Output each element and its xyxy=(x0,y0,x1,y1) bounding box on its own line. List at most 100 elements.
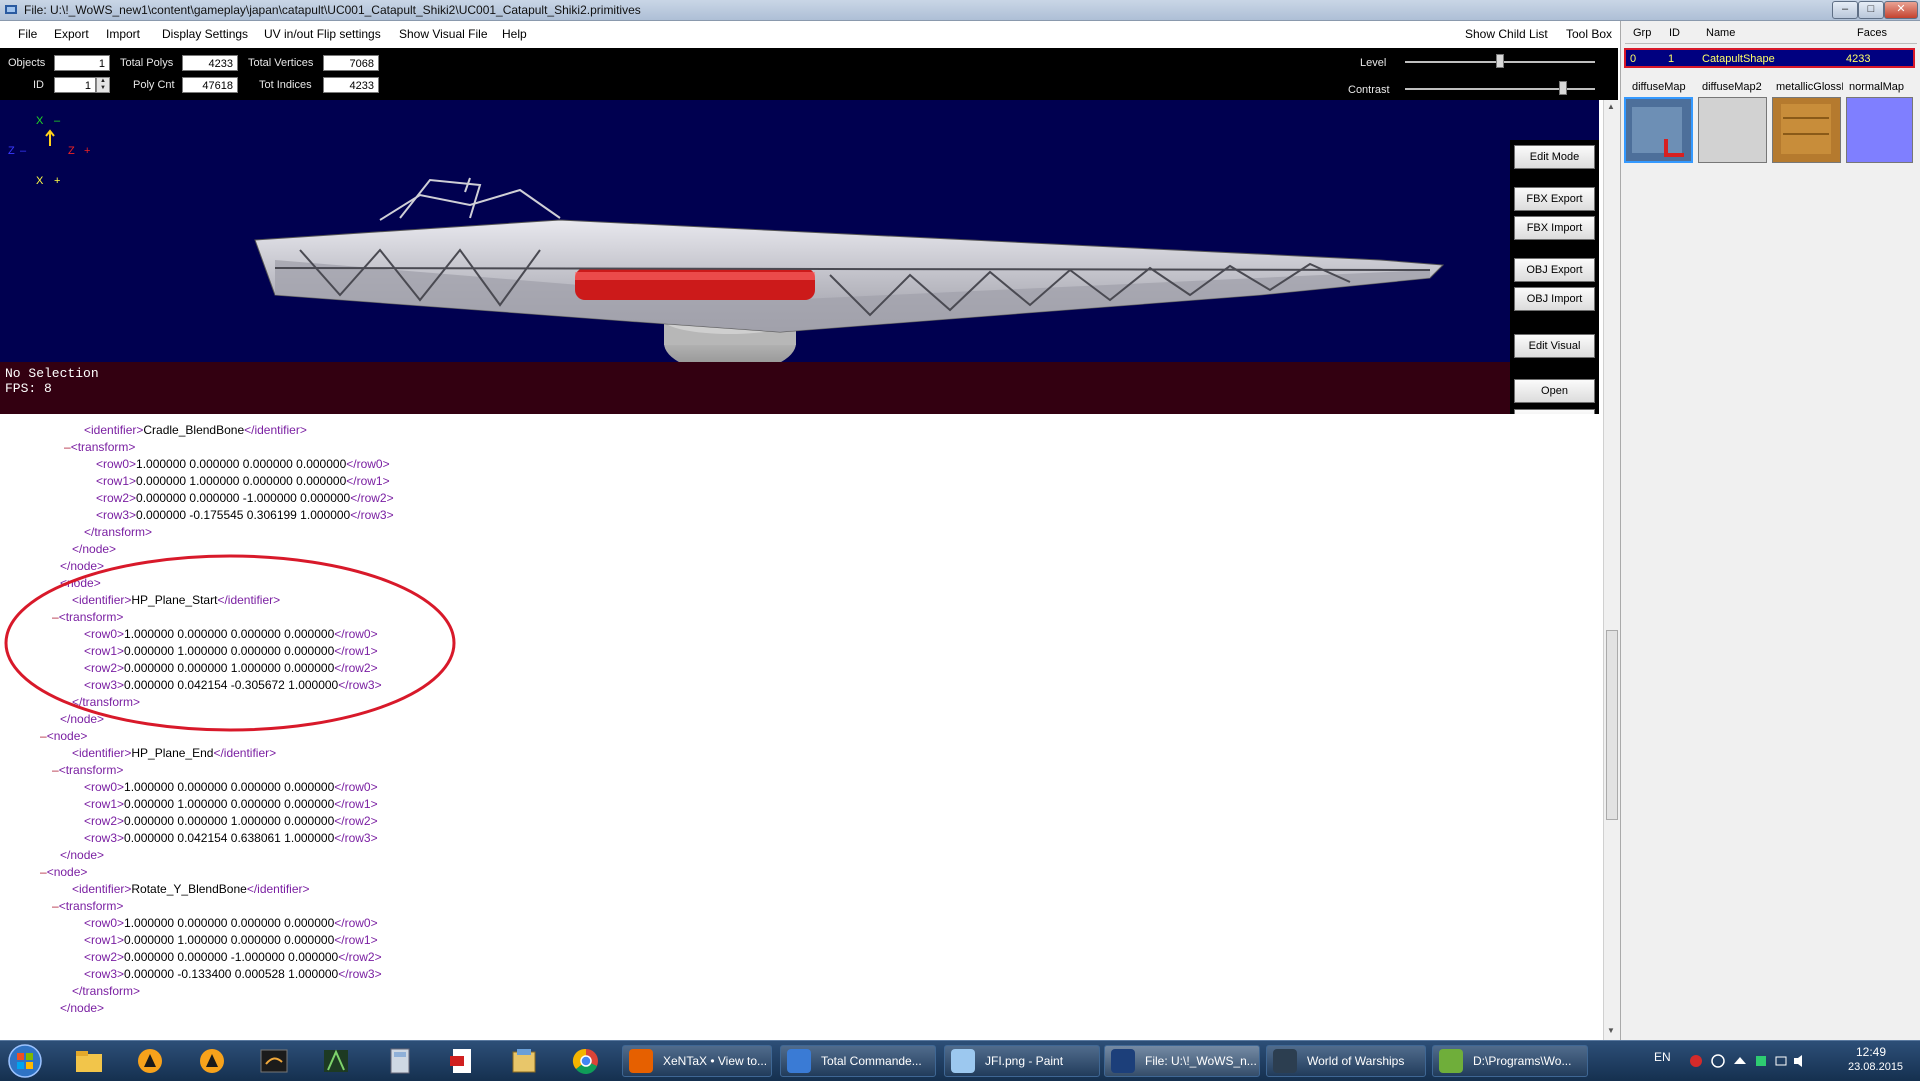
collapse-toggle-icon[interactable]: – xyxy=(64,440,71,454)
taskbar-item-paint[interactable]: JFI.png - Paint xyxy=(944,1045,1100,1077)
open-button[interactable]: Open xyxy=(1514,379,1595,403)
chrome-icon[interactable] xyxy=(566,1046,606,1076)
xml-line: –<node> xyxy=(40,865,87,879)
xml-tag-open: </node> xyxy=(60,1001,105,1015)
diffuse-map-thumbnail[interactable] xyxy=(1624,97,1693,163)
aimp-icon[interactable] xyxy=(130,1046,170,1076)
xml-value: 0.000000 -0.133400 0.000528 1.000000 xyxy=(124,967,339,981)
diffuse-map2-thumbnail[interactable] xyxy=(1698,97,1767,163)
id-field[interactable]: 1 xyxy=(54,77,96,93)
game-app-icon[interactable] xyxy=(316,1046,356,1076)
metallic-gloss-map-thumbnail[interactable] xyxy=(1772,97,1841,163)
pdf-reader-icon[interactable] xyxy=(442,1046,482,1076)
xml-value: 0.000000 1.000000 0.000000 0.000000 xyxy=(136,474,347,488)
explorer-icon[interactable] xyxy=(68,1046,108,1076)
collapse-toggle-icon[interactable]: – xyxy=(52,899,59,913)
xml-line: <row3>0.000000 0.042154 0.638061 1.00000… xyxy=(84,831,378,845)
taskbar-item-world-of-warships[interactable]: World of Warships xyxy=(1266,1045,1426,1077)
xml-tag-close: </row2> xyxy=(338,950,382,964)
xml-tag-open: <transform> xyxy=(70,440,136,454)
close-button[interactable]: ✕ xyxy=(1884,1,1918,19)
menu-bar: File Export Import Display Settings UV i… xyxy=(0,21,1618,47)
child-list-row[interactable]: 0 1 CatapultShape 4233 xyxy=(1624,48,1915,68)
minimize-button[interactable]: – xyxy=(1832,1,1858,19)
clock-time[interactable]: 12:49 xyxy=(1856,1045,1886,1059)
terminal-icon[interactable] xyxy=(254,1046,294,1076)
map-label-metallic: metallicGlossMap xyxy=(1776,81,1843,93)
collapse-toggle-icon[interactable]: – xyxy=(40,865,47,879)
taskbar-item-total-commander[interactable]: Total Commande... xyxy=(780,1045,936,1077)
taskbar-label: Total Commande... xyxy=(821,1054,922,1068)
xml-line: </node> xyxy=(60,848,104,862)
collapse-toggle-icon[interactable]: – xyxy=(52,763,59,777)
xml-tag-close: </row2> xyxy=(334,814,378,828)
xml-line: <row1>0.000000 1.000000 0.000000 0.00000… xyxy=(84,933,378,947)
map-label-normal: normalMap xyxy=(1849,81,1905,93)
level-slider-thumb[interactable] xyxy=(1496,54,1504,68)
obj-import-button[interactable]: OBJ Import xyxy=(1514,287,1595,311)
taskbar-item-programs-folder[interactable]: D:\Programs\Wo... xyxy=(1432,1045,1588,1077)
calculator-icon[interactable] xyxy=(380,1046,420,1076)
normal-map-thumbnail[interactable] xyxy=(1846,97,1913,163)
header-id[interactable]: ID xyxy=(1669,27,1680,39)
child-list-panel: Grp ID Name Faces xyxy=(1620,21,1920,1040)
total-polys-field: 4233 xyxy=(182,55,238,71)
xml-tag-open: </transform> xyxy=(84,525,153,539)
xml-value: 0.000000 1.000000 0.000000 0.000000 xyxy=(124,797,335,811)
map-label-diffuse2: diffuseMap2 xyxy=(1702,81,1762,93)
scrollbar-thumb[interactable] xyxy=(1606,630,1618,820)
poly-cnt-label: Poly Cnt xyxy=(133,79,175,91)
tot-indices-field: 4233 xyxy=(323,77,379,93)
menu-display-settings[interactable]: Display Settings xyxy=(162,27,248,41)
svg-text:Z: Z xyxy=(68,145,75,157)
menu-show-child-list[interactable]: Show Child List xyxy=(1465,27,1548,41)
header-name[interactable]: Name xyxy=(1706,27,1735,39)
xml-tag-open: <row1> xyxy=(84,797,125,811)
header-grp[interactable]: Grp xyxy=(1633,27,1651,39)
id-spinner[interactable]: ▲ ▼ xyxy=(96,77,110,93)
edit-visual-button[interactable]: Edit Visual xyxy=(1514,334,1595,358)
3d-viewport[interactable]: X – Z – Z + X + xyxy=(0,100,1599,362)
paint-icon xyxy=(951,1049,975,1073)
vertical-scrollbar[interactable]: ▲ ▼ xyxy=(1603,100,1620,1040)
header-faces[interactable]: Faces xyxy=(1857,27,1887,39)
clock-date[interactable]: 23.08.2015 xyxy=(1848,1061,1903,1073)
xml-line: <row0>1.000000 0.000000 0.000000 0.00000… xyxy=(96,457,390,471)
edit-mode-button[interactable]: Edit Mode xyxy=(1514,145,1595,169)
language-indicator[interactable]: EN xyxy=(1654,1050,1671,1064)
total-commander-icon xyxy=(787,1049,811,1073)
scroll-up-icon[interactable]: ▲ xyxy=(1607,102,1615,111)
xml-tag-open: <row0> xyxy=(84,780,125,794)
menu-file[interactable]: File xyxy=(18,27,37,41)
xml-tag-open: <row0> xyxy=(96,457,137,471)
taskbar-item-xentax[interactable]: XeNTaX • View to... xyxy=(622,1045,772,1077)
contrast-slider-thumb[interactable] xyxy=(1558,81,1567,95)
id-label: ID xyxy=(33,79,44,91)
xml-line: <row3>0.000000 -0.133400 0.000528 1.0000… xyxy=(84,967,382,981)
taskbar-item-primitives-viewer[interactable]: File: U:\!_WoWS_n... xyxy=(1104,1045,1260,1077)
xml-tag-open: <row2> xyxy=(84,950,125,964)
tray-icons[interactable] xyxy=(1688,1052,1808,1073)
menu-show-visual-file[interactable]: Show Visual File xyxy=(399,27,488,41)
xml-tag-open: <node> xyxy=(46,865,88,879)
menu-tool-box[interactable]: Tool Box xyxy=(1566,27,1612,41)
start-button[interactable] xyxy=(6,1043,44,1079)
menu-uv-flip-settings[interactable]: UV in/out Flip settings xyxy=(264,27,381,41)
menu-help[interactable]: Help xyxy=(502,27,527,41)
xml-line: –<transform> xyxy=(52,899,123,913)
obj-export-button[interactable]: OBJ Export xyxy=(1514,258,1595,282)
menu-import[interactable]: Import xyxy=(106,27,140,41)
menu-export[interactable]: Export xyxy=(54,27,89,41)
objects-field[interactable]: 1 xyxy=(54,55,110,71)
aimp-alt-icon[interactable] xyxy=(192,1046,232,1076)
fbx-import-button[interactable]: FBX Import xyxy=(1514,216,1595,240)
stats-strip: Objects 1 ID 1 ▲ ▼ Total Polys 4233 Poly … xyxy=(0,48,1618,100)
maximize-button[interactable]: □ xyxy=(1858,1,1884,19)
xml-line: </node> xyxy=(60,1001,104,1015)
row-name: CatapultShape xyxy=(1702,53,1775,65)
archive-icon[interactable] xyxy=(504,1046,544,1076)
scroll-down-icon[interactable]: ▼ xyxy=(1607,1026,1615,1035)
xml-value: 0.000000 -0.175545 0.306199 1.000000 xyxy=(136,508,351,522)
notepad-icon xyxy=(1439,1049,1463,1073)
fbx-export-button[interactable]: FBX Export xyxy=(1514,187,1595,211)
